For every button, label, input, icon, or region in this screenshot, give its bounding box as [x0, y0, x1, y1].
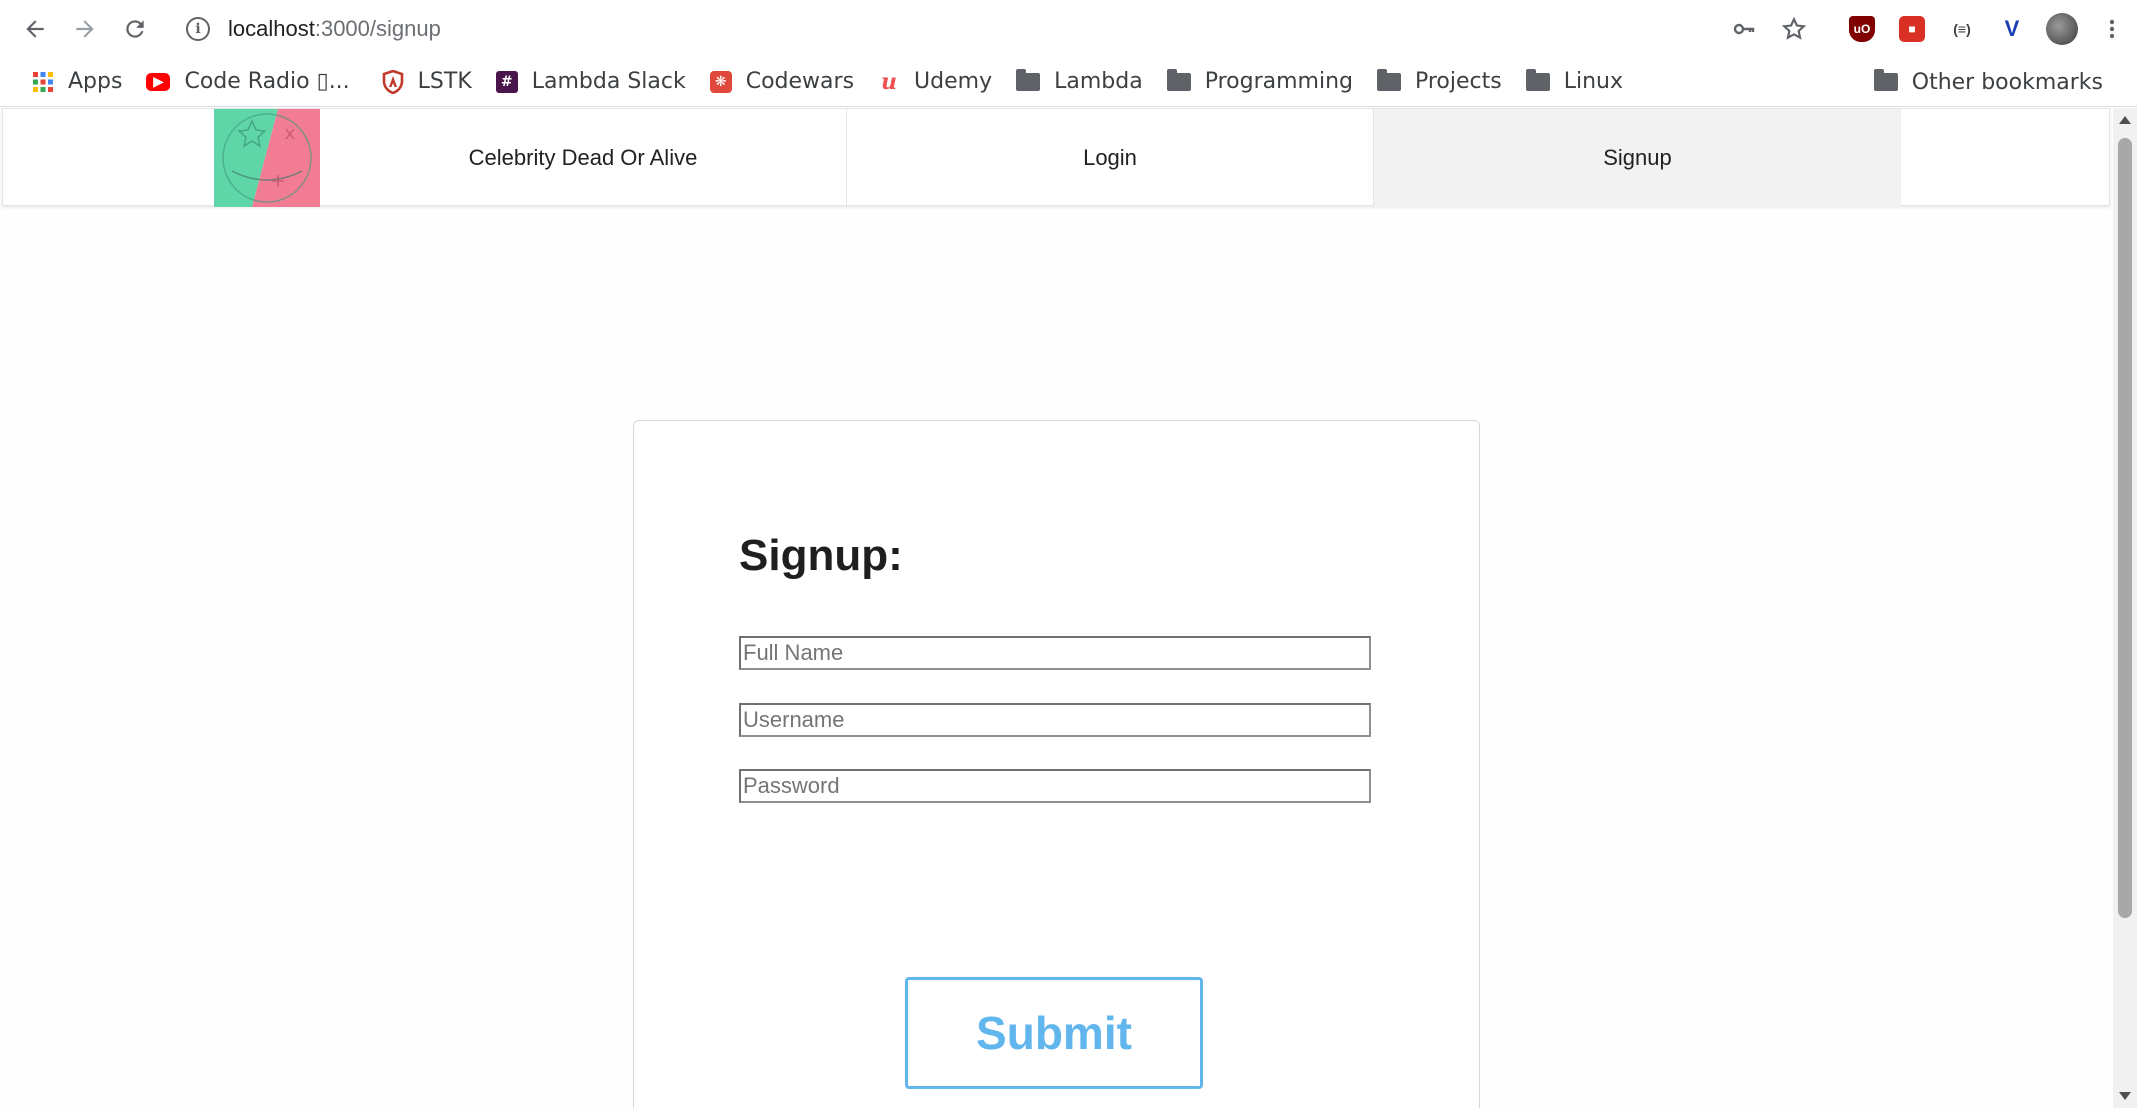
url-path: :3000/signup	[314, 16, 441, 41]
url-host: localhost	[228, 16, 315, 41]
bookmark-codewars[interactable]: ❋ Codewars	[698, 63, 866, 101]
bookmark-label: Programming	[1204, 69, 1353, 94]
star-icon[interactable]	[1769, 8, 1819, 50]
extension-v-icon[interactable]: V	[1987, 8, 2037, 50]
page-scrollbar[interactable]	[2113, 108, 2137, 1108]
bookmark-label: Udemy	[914, 69, 993, 94]
shield-icon	[382, 69, 403, 94]
url-text[interactable]: localhost:3000/signup	[228, 16, 441, 42]
extension-json-icon[interactable]: (≡)	[1937, 8, 1987, 50]
back-button[interactable]	[16, 10, 54, 48]
arrow-right-icon	[76, 20, 94, 38]
bookmark-label: Lambda	[1054, 69, 1143, 94]
browser-toolbar: i localhost:3000/signup uO ■ (≡) V	[0, 0, 2137, 57]
bookmark-folder-projects[interactable]: Projects	[1365, 63, 1514, 101]
full-name-input[interactable]	[739, 636, 1371, 670]
reload-icon	[126, 20, 144, 38]
bookmark-lambda-slack[interactable]: # Lambda Slack	[484, 63, 698, 101]
bookmark-lstk[interactable]: LSTK	[370, 63, 484, 101]
bookmark-label: Codewars	[745, 69, 855, 94]
forward-button[interactable]	[66, 10, 104, 48]
site-info-icon[interactable]: i	[186, 17, 210, 41]
nav-brand-link[interactable]: Celebrity Dead Or Alive	[320, 109, 847, 207]
menu-kebab-icon[interactable]	[2087, 8, 2137, 50]
bookmark-code-radio[interactable]: ▶ Code Radio ▯...	[134, 63, 361, 101]
apps-grid-icon	[33, 71, 53, 92]
bookmark-label: Linux	[1563, 69, 1623, 94]
folder-icon	[1873, 69, 1898, 91]
bookmark-label: Lambda Slack	[531, 69, 686, 94]
scroll-thumb[interactable]	[2118, 138, 2132, 918]
signup-title: Signup:	[739, 531, 903, 580]
folder-icon	[1525, 68, 1550, 91]
bookmark-udemy[interactable]: u Udemy	[866, 63, 1004, 101]
toolbar-icons: uO ■ (≡) V	[1719, 8, 2137, 50]
ublock-extension-icon[interactable]: uO	[1837, 8, 1887, 50]
reload-button[interactable]	[116, 10, 154, 48]
bookmark-folder-linux[interactable]: Linux	[1514, 63, 1635, 101]
bookmark-label: Code Radio ▯...	[184, 69, 350, 94]
folder-icon	[1166, 68, 1191, 91]
site-logo[interactable]	[214, 109, 320, 207]
folder-icon	[1376, 68, 1401, 91]
submit-button[interactable]: Submit	[905, 977, 1203, 1089]
address-bar[interactable]: i localhost:3000/signup	[176, 8, 1686, 50]
slack-icon: #	[495, 70, 518, 93]
bookmark-apps[interactable]: Apps	[20, 63, 134, 101]
bookmark-folder-programming[interactable]: Programming	[1155, 63, 1365, 101]
codewars-icon: ❋	[709, 70, 732, 93]
arrow-left-icon	[26, 20, 44, 38]
nav-login-link[interactable]: Login	[847, 109, 1374, 207]
username-input[interactable]	[739, 703, 1371, 737]
profile-avatar[interactable]	[2037, 8, 2087, 50]
page-viewport: Celebrity Dead Or Alive Login Signup Sig…	[0, 108, 2113, 1108]
password-input[interactable]	[739, 769, 1371, 803]
bookmark-other[interactable]: Other bookmarks	[1862, 63, 2115, 101]
extension-red-icon[interactable]: ■	[1887, 8, 1937, 50]
udemy-icon: u	[881, 68, 898, 95]
bookmark-folder-lambda[interactable]: Lambda	[1004, 63, 1155, 101]
bookmark-label: LSTK	[417, 69, 472, 94]
site-navbar: Celebrity Dead Or Alive Login Signup	[2, 108, 2110, 207]
signup-card: Signup: Submit	[633, 420, 1480, 1108]
bookmark-label: Other bookmarks	[1911, 69, 2103, 95]
key-icon[interactable]	[1719, 8, 1769, 50]
youtube-icon: ▶	[146, 72, 171, 91]
nav-signup-link[interactable]: Signup	[1374, 109, 1901, 207]
folder-icon	[1016, 68, 1041, 91]
logo-face-icon	[214, 109, 320, 207]
bookmark-label: Apps	[68, 69, 123, 94]
bookmarks-bar: Apps ▶ Code Radio ▯... LSTK # Lambda Sla…	[0, 57, 2137, 107]
bookmark-label: Projects	[1414, 69, 1502, 94]
scroll-down-icon[interactable]	[2119, 1092, 2131, 1100]
scroll-up-icon[interactable]	[2119, 116, 2131, 124]
